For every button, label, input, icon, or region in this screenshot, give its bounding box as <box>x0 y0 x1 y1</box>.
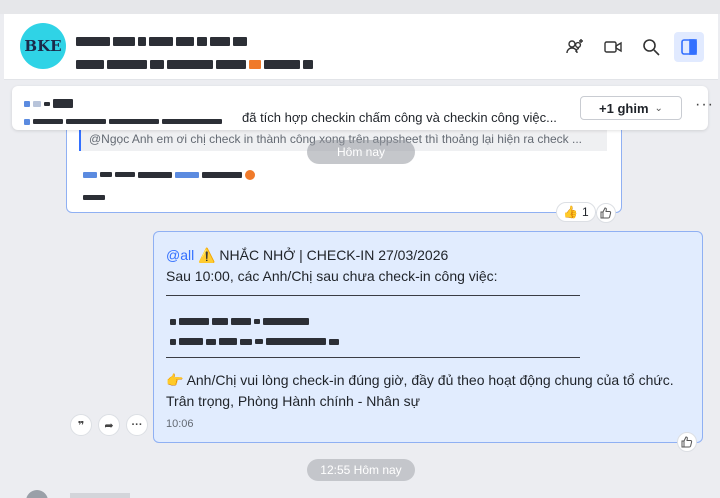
pinned-text: đã tích hợp checkin chấm công và checkin… <box>242 110 557 125</box>
group-add-icon[interactable] <box>560 32 590 62</box>
pin-count-button[interactable]: +1 ghim ⌄ <box>580 96 682 120</box>
sender-name-redacted <box>70 493 130 498</box>
message-text-redacted <box>83 166 258 184</box>
chat-header: BKE <box>4 14 718 80</box>
date-divider: Hôm nay <box>307 140 415 164</box>
pinned-message-bar[interactable]: đã tích hợp checkin chấm công và checkin… <box>12 86 713 131</box>
thumbs-up-icon: 👍 <box>563 205 578 219</box>
message-actions: ❞ ➦ ··· <box>70 414 148 436</box>
name-list-redacted <box>170 333 342 351</box>
more-icon[interactable]: ··· <box>126 414 148 436</box>
time-divider: 12:55 Hôm nay <box>307 459 415 481</box>
search-icon[interactable] <box>636 32 666 62</box>
message-bubble-self[interactable]: @all ⚠️ NHẮC NHỞ | CHECK-IN 27/03/2026 S… <box>153 231 703 443</box>
pointing-hand-icon: 👉 <box>166 372 184 388</box>
forward-icon[interactable]: ➦ <box>98 414 120 436</box>
pin-count-label: +1 ghim <box>599 100 649 116</box>
add-reaction-icon[interactable] <box>677 432 697 452</box>
warning-icon: ⚠️ <box>198 247 216 263</box>
group-subtitle-redacted <box>76 56 316 70</box>
message-signature: Trân trọng, Phòng Hành chính - Nhân sự <box>166 393 420 409</box>
headline-text: NHẮC NHỞ | CHECK-IN 27/03/2026 <box>215 247 449 263</box>
reaction-count: 1 <box>581 205 589 219</box>
message-text-redacted <box>83 189 108 207</box>
add-reaction-icon[interactable] <box>596 203 616 223</box>
group-avatar[interactable]: BKE <box>20 23 66 69</box>
quote-icon[interactable]: ❞ <box>70 414 92 436</box>
video-call-icon[interactable] <box>598 32 628 62</box>
message-line: Sau 10:00, các Anh/Chị sau chưa check-in… <box>166 268 498 284</box>
message-timestamp: 10:06 <box>166 418 194 430</box>
divider <box>166 357 580 358</box>
name-list-redacted <box>170 313 312 331</box>
group-title-redacted <box>76 33 250 47</box>
more-options-icon[interactable]: ··· <box>695 96 714 114</box>
reaction-thumbs-up[interactable]: 👍 1 <box>556 202 596 222</box>
window-top-strip <box>0 0 720 14</box>
side-panel-icon[interactable] <box>674 32 704 62</box>
message-bubble[interactable]: @Ngọc Anh em ơi chị check in thành công … <box>66 118 622 213</box>
mention-all[interactable]: @all <box>166 247 194 263</box>
message-headline: @all ⚠️ NHẮC NHỞ | CHECK-IN 27/03/2026 <box>166 247 448 264</box>
chevron-down-icon: ⌄ <box>654 102 663 114</box>
pinned-text-redacted <box>24 113 225 131</box>
divider <box>166 295 580 296</box>
avatar[interactable] <box>26 490 48 498</box>
pinned-sender-redacted <box>24 95 76 113</box>
message-line: 👉 Anh/Chị vui lòng check-in đúng giờ, đầ… <box>166 372 674 389</box>
message-line-text: Anh/Chị vui lòng check-in đúng giờ, đầy … <box>186 372 674 388</box>
